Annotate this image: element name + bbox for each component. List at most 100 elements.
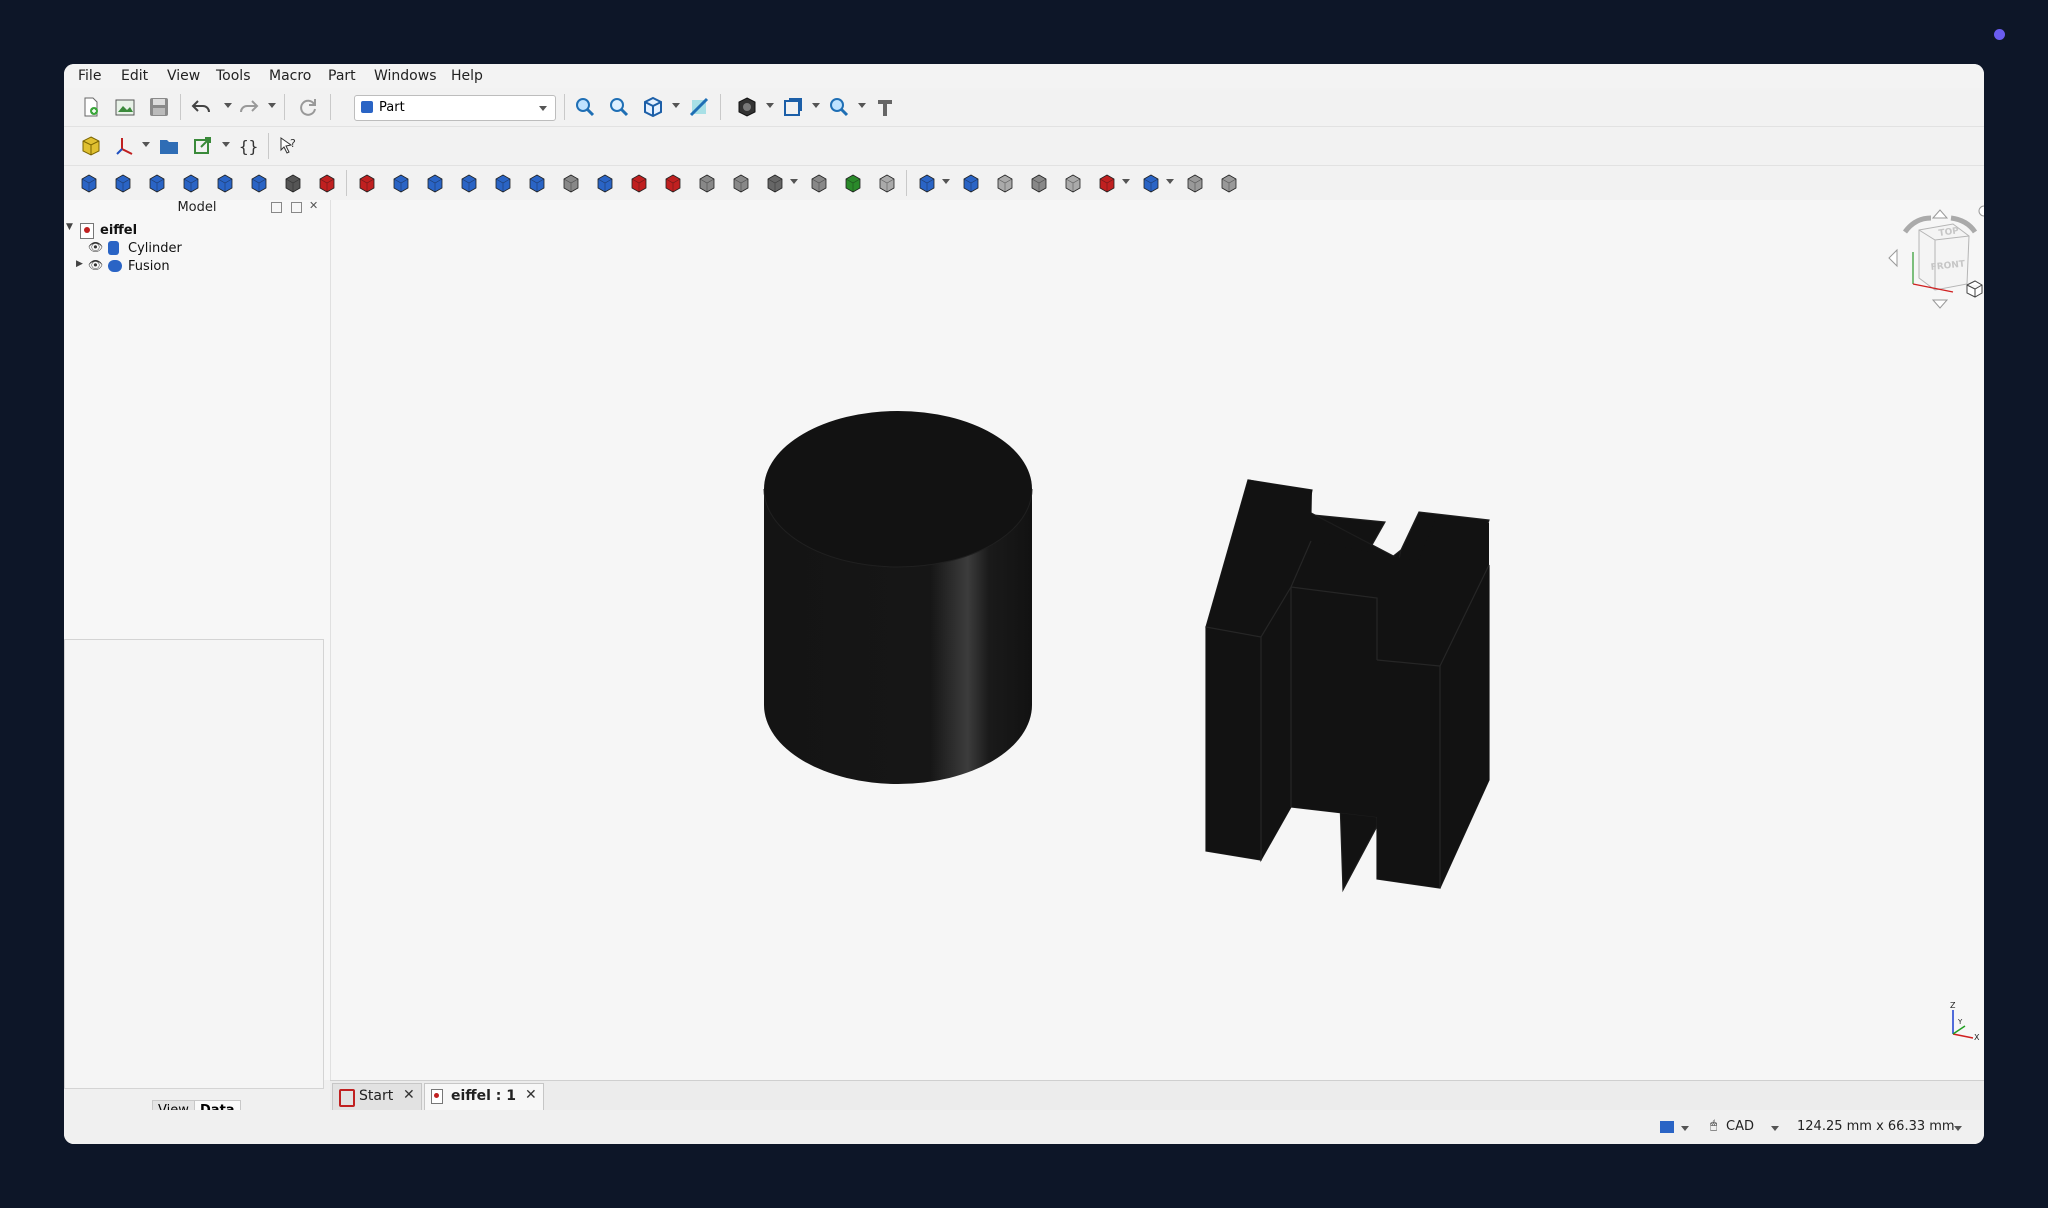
chevron-down-icon[interactable] bbox=[1771, 1126, 1779, 1131]
eye-icon[interactable]: 👁 bbox=[88, 258, 103, 272]
zoom-icon[interactable] bbox=[828, 96, 850, 118]
std-measure-icon[interactable] bbox=[874, 96, 896, 118]
expand-arrow-icon[interactable]: ▼ bbox=[66, 222, 73, 232]
face-from-edges-icon[interactable] bbox=[560, 172, 582, 194]
draw-style-status-icon[interactable] bbox=[1660, 1121, 1674, 1133]
split-icon[interactable] bbox=[1140, 172, 1162, 194]
close-icon[interactable]: ✕ bbox=[403, 1087, 415, 1103]
expand-arrow-icon[interactable]: ▶ bbox=[76, 259, 83, 269]
bounding-box-icon[interactable] bbox=[782, 96, 804, 118]
svg-text:?: ? bbox=[290, 137, 296, 150]
common-icon[interactable] bbox=[1062, 172, 1084, 194]
revolve-icon[interactable] bbox=[424, 172, 446, 194]
torus-icon[interactable] bbox=[214, 172, 236, 194]
cut-icon[interactable] bbox=[994, 172, 1016, 194]
menu-macro[interactable]: Macro bbox=[269, 68, 311, 84]
menu-part[interactable]: Part bbox=[328, 68, 356, 84]
cone-icon[interactable] bbox=[180, 172, 202, 194]
document-label: eiffel bbox=[100, 223, 138, 238]
fusion-icon bbox=[108, 260, 122, 272]
fillet-icon[interactable] bbox=[492, 172, 514, 194]
sweep-icon[interactable] bbox=[662, 172, 684, 194]
tab-eiffel[interactable]: eiffel : 1 ✕ bbox=[424, 1083, 544, 1111]
toolbar-part bbox=[64, 166, 1984, 201]
tab-label: Start bbox=[359, 1088, 394, 1104]
navigation-cube[interactable]: TOP FRONT bbox=[1888, 200, 1984, 350]
offset-icon[interactable] bbox=[764, 172, 786, 194]
chevron-down-icon[interactable] bbox=[1954, 1126, 1962, 1131]
close-panel-icon[interactable]: ✕ bbox=[309, 199, 318, 212]
redo-icon[interactable] bbox=[238, 96, 260, 118]
sphere-icon[interactable] bbox=[146, 172, 168, 194]
convert-icon[interactable] bbox=[356, 172, 378, 194]
mouse-icon: 🖱 bbox=[1710, 1118, 1718, 1132]
part-icon[interactable] bbox=[80, 135, 102, 157]
dock-icon[interactable] bbox=[271, 202, 282, 213]
menu-bar: File Edit View Tools Macro Part Windows … bbox=[64, 64, 1984, 88]
whats-this-icon[interactable]: ? bbox=[278, 135, 300, 157]
primitives-icon[interactable] bbox=[282, 172, 304, 194]
refresh-icon[interactable] bbox=[297, 96, 319, 118]
toolbar-structure: {} ? bbox=[64, 127, 1984, 166]
fit-selection-icon[interactable] bbox=[608, 96, 630, 118]
cylinder-icon bbox=[108, 241, 119, 255]
menu-view[interactable]: View bbox=[167, 68, 200, 84]
tab-label: eiffel : 1 bbox=[451, 1088, 517, 1104]
axis-y-label: Y bbox=[1957, 1018, 1963, 1026]
status-indicator-dot bbox=[1994, 29, 2005, 40]
undo-icon[interactable] bbox=[190, 96, 212, 118]
thickness-icon[interactable] bbox=[808, 172, 830, 194]
shape-builder-icon[interactable] bbox=[316, 172, 338, 194]
menu-help[interactable]: Help bbox=[451, 68, 483, 84]
compound-icon[interactable] bbox=[916, 172, 938, 194]
menu-tools[interactable]: Tools bbox=[216, 68, 251, 84]
fit-all-icon[interactable] bbox=[574, 96, 596, 118]
box-icon[interactable] bbox=[78, 172, 100, 194]
close-icon[interactable]: ✕ bbox=[525, 1087, 537, 1103]
workbench-selector[interactable]: Part bbox=[354, 95, 556, 121]
new-document-icon[interactable] bbox=[80, 96, 102, 118]
fuse-icon[interactable] bbox=[1028, 172, 1050, 194]
measure-icon[interactable] bbox=[688, 96, 710, 118]
property-view bbox=[64, 639, 324, 1089]
ruled-surface-icon[interactable] bbox=[594, 172, 616, 194]
menu-windows[interactable]: Windows bbox=[374, 68, 437, 84]
axis-icon[interactable] bbox=[114, 135, 136, 157]
link-icon[interactable] bbox=[192, 135, 214, 157]
color-per-face-icon[interactable] bbox=[876, 172, 898, 194]
check-geometry-icon[interactable] bbox=[1184, 172, 1206, 194]
float-icon[interactable] bbox=[291, 202, 302, 213]
tube-icon[interactable] bbox=[248, 172, 270, 194]
tab-start[interactable]: Start ✕ bbox=[332, 1083, 422, 1111]
chamfer-icon[interactable] bbox=[526, 172, 548, 194]
cylinder-solid[interactable] bbox=[763, 411, 1033, 784]
extrude-icon[interactable] bbox=[390, 172, 412, 194]
draw-style-icon[interactable] bbox=[736, 96, 758, 118]
menu-edit[interactable]: Edit bbox=[121, 68, 148, 84]
cylinder-icon[interactable] bbox=[112, 172, 134, 194]
group-icon[interactable] bbox=[158, 135, 180, 157]
loft-icon[interactable] bbox=[628, 172, 650, 194]
3d-view[interactable]: TOP FRONT Z Y X bbox=[330, 200, 1984, 1080]
menu-file[interactable]: File bbox=[78, 68, 101, 84]
boolean-icon[interactable] bbox=[960, 172, 982, 194]
mirror-icon[interactable] bbox=[458, 172, 480, 194]
tree-item-label: Cylinder bbox=[128, 241, 182, 256]
projection-icon[interactable] bbox=[842, 172, 864, 194]
svg-text:{}: {} bbox=[239, 137, 258, 156]
open-document-icon[interactable] bbox=[114, 96, 136, 118]
tree-item-label: Fusion bbox=[128, 259, 170, 274]
join-icon[interactable] bbox=[1096, 172, 1118, 194]
eye-icon[interactable]: 👁 bbox=[88, 240, 103, 254]
axis-triad: Z Y X bbox=[1950, 1001, 1980, 1042]
view-isometric-icon[interactable] bbox=[642, 96, 664, 118]
navigation-style[interactable]: CAD bbox=[1726, 1119, 1754, 1134]
document-icon bbox=[80, 223, 94, 239]
combo-view-panel: Model ✕ ▼ eiffel 👁 Cylinder ▶ 👁 Fusion bbox=[64, 199, 330, 1089]
defeaturing-icon[interactable] bbox=[1218, 172, 1240, 194]
save-icon[interactable] bbox=[148, 96, 170, 118]
cross-sections-icon[interactable] bbox=[730, 172, 752, 194]
macro-icon[interactable]: {} bbox=[238, 135, 260, 157]
section-icon[interactable] bbox=[696, 172, 718, 194]
freecad-window: File Edit View Tools Macro Part Windows … bbox=[64, 64, 1984, 1144]
